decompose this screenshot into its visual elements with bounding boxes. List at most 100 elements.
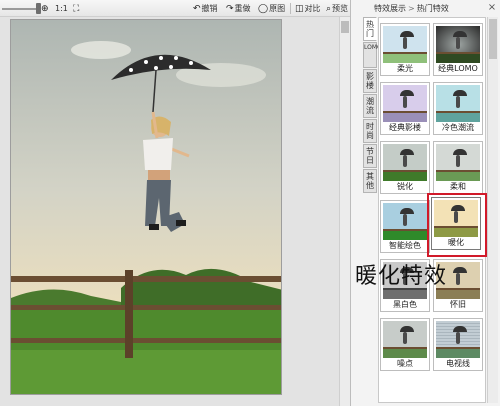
thumb-umbrella [399, 208, 414, 215]
effect-preview [436, 85, 480, 122]
thumb-grass [383, 347, 427, 358]
effect-label: 黑白色 [393, 300, 417, 309]
effect-label: 经典LOMO [438, 64, 478, 73]
thumb-grass [383, 111, 427, 122]
undo-button[interactable]: ↶撤销 [193, 2, 218, 15]
thumb-fence [383, 347, 427, 350]
thumb-figure [403, 37, 408, 50]
thumb-fence [383, 111, 427, 114]
tab-trend[interactable]: 潮流 [363, 94, 377, 118]
undo-label: 撤销 [201, 4, 218, 13]
effect-sharpen[interactable]: 锐化 [380, 141, 430, 194]
thumb-figure [403, 214, 408, 227]
thumb-figure [456, 37, 461, 50]
original-button[interactable]: ◯原图 [258, 2, 285, 15]
tab-hot[interactable]: 热门 [363, 17, 377, 41]
thumb-fence [436, 111, 480, 114]
actual-size-label: 1:1 [55, 4, 68, 13]
effect-label: 经典影楼 [389, 123, 421, 132]
fit-window-icon: ⛶ [73, 4, 80, 14]
selected-effect-highlight [427, 193, 487, 257]
thumb-umbrella [452, 31, 467, 38]
thumb-grass [383, 170, 427, 181]
tab-lomo[interactable]: LOMO [363, 42, 382, 68]
thumb-grass [436, 52, 480, 63]
effect-thumbnail [383, 203, 427, 240]
thumb-grass [383, 229, 427, 240]
effects-scrollbar[interactable] [487, 17, 498, 403]
effect-preview [383, 144, 427, 181]
effect-classic-lomo[interactable]: 经典LOMO [433, 23, 483, 76]
effect-thumbnail [436, 26, 480, 63]
thumb-grass [436, 347, 480, 358]
thumb-umbrella [452, 149, 467, 156]
canvas-scrollbar-thumb[interactable] [341, 21, 349, 33]
effect-label: 电视线 [446, 359, 470, 368]
original-label: 原图 [269, 4, 286, 13]
thumb-umbrella [399, 326, 414, 333]
preview-button[interactable]: ⌕预览 [326, 2, 348, 15]
thumb-fence [436, 52, 480, 55]
effect-label: 锐化 [397, 182, 413, 191]
actual-size-button[interactable]: 1:1 [55, 2, 68, 15]
thumb-umbrella [399, 90, 414, 97]
effect-label: 冷色潮流 [442, 123, 474, 132]
effect-thumbnail [436, 144, 480, 181]
close-icon[interactable]: × [487, 2, 497, 14]
fit-window-button[interactable]: ⛶ [73, 2, 80, 15]
original-icon: ◯ [258, 4, 269, 14]
effect-cold-trend[interactable]: 冷色潮流 [433, 82, 483, 135]
effect-label: 噪点 [397, 359, 413, 368]
thumb-figure [403, 96, 408, 109]
zoom-slider-track[interactable] [2, 8, 38, 10]
thumb-grass [436, 111, 480, 122]
breadcrumb-item[interactable]: 特效展示 [374, 4, 406, 13]
thumb-fence [436, 347, 480, 350]
effect-preview [436, 321, 480, 358]
thumb-umbrella [399, 149, 414, 156]
canvas-scrollbar[interactable] [339, 17, 350, 406]
thumb-figure [456, 332, 461, 345]
effect-smart-color[interactable]: 智能绘色 [380, 200, 430, 253]
effect-noise[interactable]: 噪点 [380, 318, 430, 371]
effect-thumbnail [436, 321, 480, 358]
edited-photo[interactable] [10, 19, 282, 395]
effect-tv-lines[interactable]: 电视线 [433, 318, 483, 371]
tab-studio[interactable]: 影楼 [363, 69, 377, 93]
effects-scrollbar-thumb[interactable] [489, 19, 497, 59]
compare-label: 对比 [304, 4, 321, 13]
breadcrumb: 特效展示 > 热门特效 [374, 2, 449, 15]
thumb-fence [383, 229, 427, 232]
effect-thumbnail [383, 26, 427, 63]
thumb-fence [383, 170, 427, 173]
preview-label: 预览 [332, 4, 349, 13]
thumb-umbrella [452, 90, 467, 97]
compare-button[interactable]: ◫对比 [295, 2, 321, 15]
effect-classic-studio[interactable]: 经典影楼 [380, 82, 430, 135]
effect-preview [383, 85, 427, 122]
effect-soft[interactable]: 柔和 [433, 141, 483, 194]
effect-preview [436, 144, 480, 181]
thumb-grass [383, 52, 427, 63]
effect-preview [383, 203, 427, 240]
effect-label: 智能绘色 [389, 241, 421, 250]
redo-label: 重做 [234, 4, 251, 13]
zoom-in-button[interactable]: ⊕ [41, 2, 50, 15]
zoom-in-icon: ⊕ [41, 4, 49, 14]
effect-thumbnail [383, 144, 427, 181]
thumb-figure [403, 155, 408, 168]
thumb-grass [436, 170, 480, 181]
effect-thumbnail [383, 321, 427, 358]
redo-button[interactable]: ↷重做 [226, 2, 251, 15]
tab-festival[interactable]: 节日 [363, 144, 377, 168]
tab-other[interactable]: 其他 [363, 169, 377, 193]
breadcrumb-item[interactable]: 热门特效 [417, 4, 449, 13]
tab-label: 热门 [366, 20, 374, 38]
tab-fashion[interactable]: 时尚 [363, 119, 377, 143]
tab-label: LOMO [364, 44, 382, 51]
effect-soft-light[interactable]: 柔光 [380, 23, 430, 76]
toolbar-divider [290, 3, 291, 14]
thumb-figure [456, 155, 461, 168]
effect-label: 怀旧 [450, 300, 466, 309]
thumb-figure [456, 96, 461, 109]
